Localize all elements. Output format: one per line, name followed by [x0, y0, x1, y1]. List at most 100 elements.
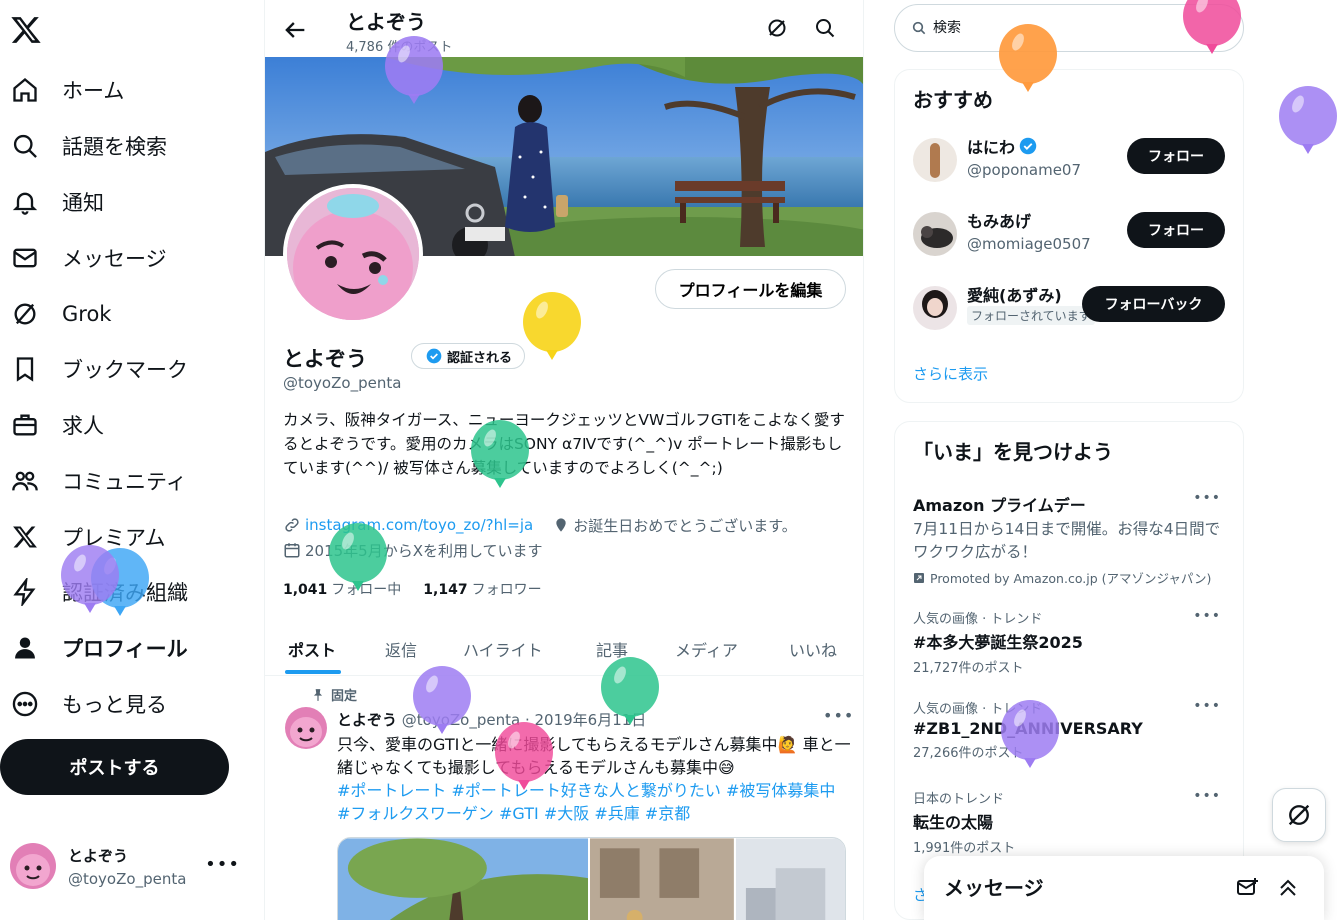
- nav-communities[interactable]: コミュニティ: [10, 459, 187, 503]
- tab-highlights[interactable]: ハイライト: [463, 622, 543, 676]
- nav-profile[interactable]: プロフィール: [10, 626, 188, 670]
- briefcase-icon: [10, 410, 40, 440]
- card-title: 「いま」を見つけよう: [913, 440, 1113, 464]
- tweet-more-icon[interactable]: •••: [823, 706, 854, 725]
- edit-profile-button[interactable]: プロフィールを編集: [655, 269, 846, 309]
- tweet-photo-1: [338, 838, 589, 920]
- profile-avatar[interactable]: [283, 184, 423, 324]
- nav-label: メッセージ: [62, 247, 167, 271]
- chevron-up-icon[interactable]: [1276, 876, 1300, 900]
- tab-likes[interactable]: いいね: [789, 622, 837, 676]
- tweet-text: 只今、愛車のGTIと一緒に撮影してもらえるモデルさん募集中🙋 車と一緒じゃなくて…: [337, 735, 851, 777]
- search-icon[interactable]: [813, 16, 837, 40]
- grok-icon: [1285, 801, 1313, 829]
- show-more-link[interactable]: さらに表示: [913, 363, 988, 384]
- nav-jobs[interactable]: 求人: [10, 403, 104, 447]
- nav-label: ホーム: [62, 79, 125, 103]
- trend-item[interactable]: 日本のトレンド 転生の太陽 1,991件のポスト •••: [913, 788, 1225, 856]
- nav-home[interactable]: ホーム: [10, 68, 124, 112]
- trend-more-icon[interactable]: •••: [1193, 608, 1221, 624]
- nav-notifications[interactable]: 通知: [10, 180, 104, 224]
- trend-context: 人気の画像 · トレンド: [913, 702, 1043, 717]
- pinned-indicator: 固定: [311, 685, 357, 704]
- follow-button[interactable]: フォロー: [1127, 212, 1225, 248]
- profile-header-bar: とよぞう 4,786 件のポスト: [265, 0, 863, 57]
- follow-button[interactable]: フォロー: [1127, 138, 1225, 174]
- follow-back-button[interactable]: フォローバック: [1082, 286, 1225, 322]
- more-circle-icon: [10, 689, 40, 719]
- grok-floating-button[interactable]: [1272, 788, 1326, 842]
- verified-badge-icon: [1019, 137, 1037, 155]
- trend-more-icon[interactable]: •••: [1193, 788, 1221, 804]
- promoted-icon: [913, 572, 925, 584]
- suggestion-row[interactable]: もみあげ @momiage0507 フォロー: [913, 208, 1225, 258]
- profile-birthday: お誕生日おめでとうございます。: [573, 516, 797, 535]
- profile-handle: @toyoZo_penta: [283, 374, 402, 392]
- messages-drawer[interactable]: メッセージ: [924, 856, 1324, 920]
- tab-replies[interactable]: 返信: [385, 622, 417, 676]
- suggestion-name: はにわ: [967, 138, 1016, 157]
- page-title: とよぞう: [346, 10, 426, 34]
- nav-verified-orgs[interactable]: 認証済み組織: [10, 570, 188, 614]
- nav-grok[interactable]: Grok: [10, 292, 111, 336]
- lightning-icon: [10, 577, 40, 607]
- pin-icon: [311, 688, 325, 702]
- trend-item[interactable]: 人気の画像 · トレンド #ZB1_2ND_ANNIVERSARY 27,266…: [913, 698, 1225, 761]
- trends-card: 「いま」を見つけよう Amazon プライムデー 7月11日から14日まで開催。…: [894, 421, 1244, 920]
- nav-label: もっと見る: [62, 693, 167, 717]
- search-input[interactable]: [933, 20, 1213, 36]
- trend-item[interactable]: 人気の画像 · トレンド #本多大夢誕生祭2025 21,727件のポスト ••…: [913, 608, 1225, 676]
- new-message-icon[interactable]: [1236, 876, 1260, 900]
- tab-articles[interactable]: 記事: [596, 622, 628, 676]
- following-link[interactable]: 1,041 フォロー中: [283, 579, 401, 599]
- suggestion-row[interactable]: 愛純(あずみ) フォローされています フォローバック: [913, 282, 1225, 332]
- nav-premium[interactable]: プレミアム: [10, 515, 166, 559]
- tweet-header: とよぞう @toyoZo_penta · 2019年6月11日: [337, 709, 646, 730]
- post-count: 4,786 件のポスト: [346, 40, 453, 55]
- followers-link[interactable]: 1,147 フォロワー: [423, 579, 541, 599]
- tweet-media[interactable]: [337, 837, 846, 920]
- following-count: 1,041: [283, 582, 328, 598]
- trend-context: 人気の画像 · トレンド: [913, 612, 1043, 627]
- profile-joined: 2015年5月からXを利用しています: [305, 541, 543, 560]
- people-icon: [10, 466, 40, 496]
- x-logo-icon[interactable]: [10, 14, 44, 48]
- right-sidebar: おすすめ はにわ @poponame07 フォロー もみあげ @momiage0…: [864, 0, 1339, 920]
- avatar: [913, 212, 957, 256]
- get-verified-button[interactable]: 認証される: [411, 343, 526, 369]
- grok-icon[interactable]: [765, 16, 789, 40]
- suggestion-name: もみあげ: [967, 212, 1032, 231]
- trend-title: #ZB1_2ND_ANNIVERSARY: [913, 719, 1143, 738]
- tab-posts[interactable]: ポスト: [288, 622, 336, 676]
- tweet-display-name[interactable]: とよぞう: [337, 711, 397, 729]
- account-display-name: とよぞう: [68, 846, 129, 865]
- suggestion-row[interactable]: はにわ @poponame07 フォロー: [913, 134, 1225, 184]
- post-button[interactable]: ポストする: [0, 739, 229, 795]
- account-switcher[interactable]: とよぞう @toyoZo_penta •••: [10, 838, 250, 894]
- suggestion-name: 愛純(あずみ): [967, 286, 1062, 305]
- link-icon: [283, 516, 301, 534]
- trend-more-icon[interactable]: •••: [1193, 698, 1221, 714]
- tweet-photo-2: [590, 838, 734, 920]
- search-icon: [10, 131, 40, 161]
- bell-icon: [10, 187, 40, 217]
- trend-item[interactable]: Amazon プライムデー 7月11日から14日まで開催。お得な4日間でワクワク…: [913, 490, 1225, 587]
- nav-explore[interactable]: 話題を検索: [10, 124, 167, 168]
- search-box[interactable]: [894, 4, 1244, 52]
- trend-more-icon[interactable]: •••: [1193, 490, 1221, 506]
- profile-meta-row: instagram.com/toyo_zo/?hl=ja お誕生日おめでとうござ…: [283, 514, 797, 536]
- tweet-hashtags[interactable]: #ポートレート #ポートレート好きな人と繋がりたい #被写体募集中 #フォルクス…: [337, 779, 851, 825]
- active-tab-indicator: [285, 670, 341, 674]
- tab-media[interactable]: メディア: [675, 622, 738, 676]
- followers-count: 1,147: [423, 582, 468, 598]
- tweet-meta[interactable]: @toyoZo_penta · 2019年6月11日: [402, 711, 647, 729]
- profile-website-link[interactable]: instagram.com/toyo_zo/?hl=ja: [305, 516, 533, 534]
- nav-bookmarks[interactable]: ブックマーク: [10, 347, 188, 391]
- home-icon: [10, 75, 40, 105]
- back-arrow-icon[interactable]: [281, 16, 309, 44]
- nav-more[interactable]: もっと見る: [10, 682, 167, 726]
- avatar: [913, 138, 957, 182]
- nav-messages[interactable]: メッセージ: [10, 236, 167, 280]
- tweet-avatar[interactable]: [285, 707, 327, 749]
- messages-drawer-title: メッセージ: [944, 876, 1044, 900]
